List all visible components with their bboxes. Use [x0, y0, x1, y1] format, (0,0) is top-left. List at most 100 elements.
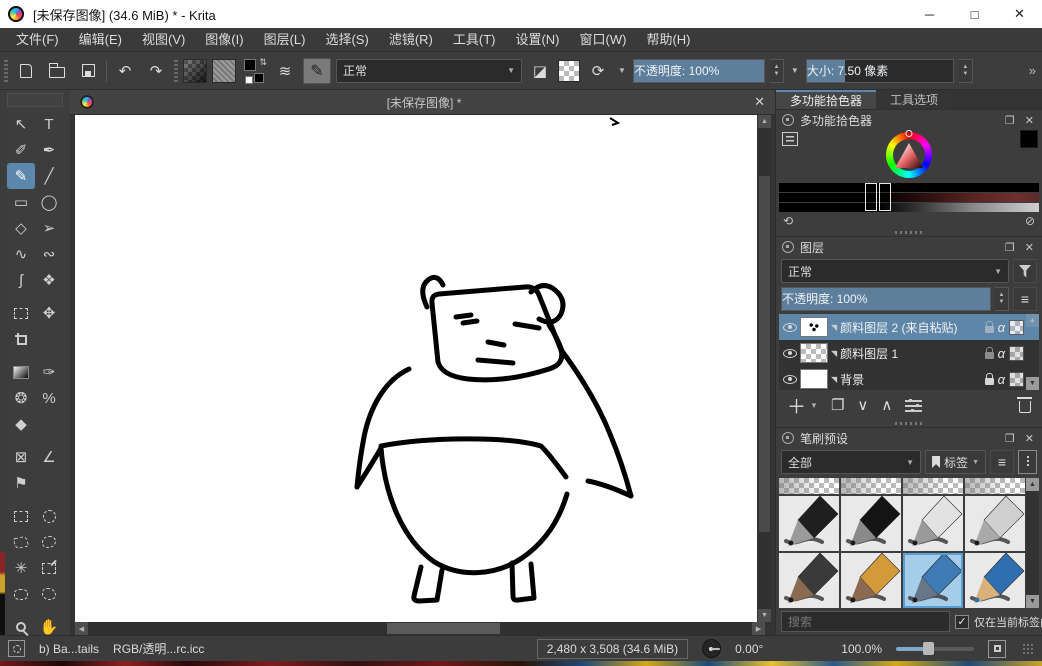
scroll-up-icon[interactable]: ▲: [1026, 314, 1039, 327]
scroll-down-icon[interactable]: ▼: [1026, 377, 1039, 390]
similar-color-selection-tool[interactable]: ✳: [7, 555, 35, 581]
blending-mode-select[interactable]: 正常 ▼: [336, 59, 522, 83]
brush-size-slider[interactable]: 大小: 7.50 像素: [806, 59, 954, 83]
bezier-selection-tool[interactable]: [7, 581, 35, 607]
brush-size-spinner[interactable]: ▲▼: [959, 59, 973, 83]
rectangular-selection-tool[interactable]: [7, 503, 35, 529]
layer-name[interactable]: 颜料图层 2 (来自粘贴): [840, 319, 981, 336]
layer-alpha-lock-icon[interactable]: [985, 326, 994, 333]
assistants-tool[interactable]: ⊠: [7, 444, 35, 470]
smart-patch-tool[interactable]: %: [35, 385, 63, 411]
swap-colors-icon[interactable]: ⇅: [259, 57, 267, 68]
save-button[interactable]: [75, 58, 101, 84]
color-profile[interactable]: RGB/透明...rc.icc: [113, 640, 204, 657]
menu-item-11[interactable]: 帮助(H): [636, 28, 700, 52]
add-layer-button[interactable]: ＋: [787, 392, 806, 419]
brush-preset-thumbnail[interactable]: [841, 496, 901, 551]
opacity-slider[interactable]: 不透明度: 100%: [633, 59, 765, 83]
refresh-colors-icon[interactable]: ⟲: [783, 214, 793, 228]
layer-menu-button[interactable]: ≡: [1013, 287, 1037, 311]
layer-row-3[interactable]: ◥背景α: [779, 366, 1039, 390]
scroll-up-icon[interactable]: ▲: [1026, 478, 1039, 491]
pan-tool[interactable]: ✋: [35, 614, 63, 640]
brush-preset-thumbnail[interactable]: [903, 496, 963, 551]
window-resize-grip[interactable]: [1022, 643, 1034, 655]
crop-tool[interactable]: [7, 326, 35, 352]
move-layer-up-button[interactable]: ∧: [881, 396, 892, 414]
menu-item-4[interactable]: 图像(I): [195, 28, 253, 52]
new-document-button[interactable]: [13, 58, 39, 84]
layer-visibility-icon[interactable]: [783, 323, 797, 332]
zoom-slider[interactable]: [896, 647, 974, 651]
menu-item-3[interactable]: 视图(V): [132, 28, 195, 52]
layer-list-scrollbar[interactable]: ▲▼: [1026, 314, 1039, 390]
current-brush-name[interactable]: b) Ba...tails: [39, 642, 99, 656]
color-bar-3[interactable]: [779, 203, 1039, 212]
opacity-spinner[interactable]: ▲▼: [770, 59, 784, 83]
background-color-swatch[interactable]: [254, 73, 264, 83]
layer-name[interactable]: 颜料图层 1: [840, 345, 981, 362]
color-bar-1[interactable]: [779, 183, 1039, 192]
scroll-right-icon[interactable]: ▶: [752, 622, 765, 635]
layer-properties-button[interactable]: [905, 399, 922, 412]
toolbar-drag-handle[interactable]: [174, 60, 178, 82]
layer-lock-icon[interactable]: [985, 378, 994, 385]
image-size-info[interactable]: 2,480 x 3,508 (34.6 MiB): [537, 639, 688, 659]
color-triangle[interactable]: [895, 143, 923, 168]
reload-original-preset-button[interactable]: ⟳: [585, 58, 611, 84]
preserve-alpha-button[interactable]: [558, 60, 580, 82]
canvas-vertical-scrollbar[interactable]: ▲ ▼: [758, 115, 771, 622]
brush-filter-select[interactable]: 全部 ▼: [781, 450, 921, 474]
layer-alpha-inherit-icon[interactable]: [1009, 346, 1024, 361]
color-history-bars[interactable]: [779, 183, 1039, 212]
gradient-chooser-button[interactable]: [183, 59, 207, 83]
docker-float-icon[interactable]: ❐: [1003, 241, 1017, 254]
foreground-background-colors[interactable]: ⇅: [241, 58, 267, 84]
multibrush-tool[interactable]: ❖: [35, 267, 63, 293]
scroll-down-icon[interactable]: ▼: [758, 609, 771, 622]
open-document-button[interactable]: [44, 58, 70, 84]
delete-layer-button[interactable]: [1019, 401, 1031, 413]
tab-advanced-color-selector[interactable]: 多功能拾色器: [776, 90, 876, 109]
dynamic-brush-tool[interactable]: ʃ: [7, 267, 35, 293]
layer-name[interactable]: 背景: [840, 371, 981, 388]
selection-mode-icon[interactable]: [8, 640, 25, 657]
move-layer-down-button[interactable]: ∨: [857, 396, 868, 414]
brush-preset-eraser-thumbnail[interactable]: [779, 478, 839, 494]
freehand-brush-tool[interactable]: ✎: [7, 163, 35, 189]
pattern-tool[interactable]: ❂: [7, 385, 35, 411]
vertical-scroll-thumb[interactable]: [759, 176, 770, 532]
display-mode-button[interactable]: [1018, 450, 1037, 474]
freehand-path-tool[interactable]: ∾: [35, 241, 63, 267]
menu-item-6[interactable]: 选择(S): [315, 28, 378, 52]
brush-preset-thumbnail[interactable]: [779, 553, 839, 608]
canvas-angle[interactable]: 0.00°: [735, 642, 763, 656]
layer-opacity-spinner[interactable]: ▲▼: [995, 287, 1009, 311]
docker-resize-grip[interactable]: [779, 420, 1039, 427]
menu-item-8[interactable]: 工具(T): [443, 28, 506, 52]
select-shapes-tool[interactable]: ↖: [7, 111, 35, 137]
zoom-level[interactable]: 100.0%: [841, 642, 882, 656]
brush-preset-eraser-thumbnail[interactable]: [903, 478, 963, 494]
docker-float-icon[interactable]: ❐: [1003, 432, 1017, 445]
layer-filter-button[interactable]: [1013, 259, 1037, 283]
polygonal-selection-tool[interactable]: [7, 529, 35, 555]
brush-preset-thumbnail[interactable]: [841, 553, 901, 608]
zoom-tool[interactable]: [7, 614, 35, 640]
measure-tool[interactable]: ∠: [35, 444, 63, 470]
layer-alpha-lock-icon[interactable]: [985, 352, 994, 359]
docker-close-icon[interactable]: ✕: [1023, 432, 1036, 445]
edit-brush-settings-button[interactable]: ✎: [303, 58, 331, 84]
calligraphy-tool[interactable]: ✒: [35, 137, 63, 163]
menu-item-9[interactable]: 设置(N): [505, 28, 569, 52]
docker-close-icon[interactable]: ✕: [1023, 114, 1036, 127]
layer-thumbnail[interactable]: [800, 343, 828, 363]
brush-preset-thumbnail[interactable]: [779, 496, 839, 551]
polyline-tool[interactable]: ➢: [35, 215, 63, 241]
toolbar-drag-handle[interactable]: [4, 60, 8, 82]
layer-thumbnail[interactable]: [800, 369, 828, 389]
select-by-color-tool[interactable]: [35, 555, 63, 581]
duplicate-layer-button[interactable]: ❐: [831, 396, 844, 414]
transform-tool[interactable]: [7, 300, 35, 326]
layer-alpha-inherit-icon[interactable]: [1009, 372, 1024, 387]
